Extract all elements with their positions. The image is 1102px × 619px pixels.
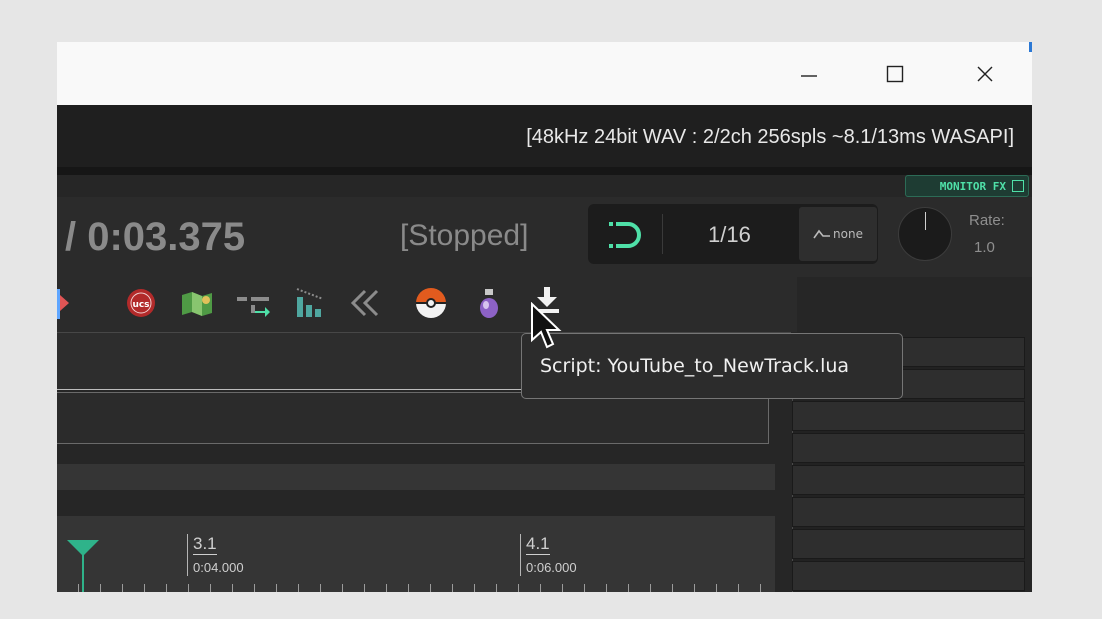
map-icon[interactable] [179,285,215,321]
toolbar: ucs [57,277,797,332]
bar-time: 0:06.000 [526,560,577,575]
divider [57,167,1032,175]
minimize-button[interactable] [779,42,839,105]
meter-row [792,465,1025,495]
meter-row [792,529,1025,559]
swing-button[interactable]: none [799,207,877,261]
ruler-bar-line [520,534,521,576]
power-icon [1012,180,1024,192]
ruler-ticks [57,584,775,592]
timeline-ruler[interactable]: 3.1 0:04.000 4.1 0:06.000 [57,516,775,592]
marker-icon[interactable] [57,289,69,319]
track-area-field [57,392,769,444]
grid-division[interactable]: 1/16 [708,222,751,248]
svg-text:ucs: ucs [132,300,149,310]
routing-icon[interactable] [235,285,271,321]
rate-value[interactable]: 1.0 [974,239,995,256]
title-bar [57,42,1032,105]
window-accent [1029,42,1032,52]
tooltip: Script: YouTube_to_NewTrack.lua [521,333,903,399]
monitor-fx-label: MONITOR FX [939,179,1006,193]
transport-bar: / 0:03.375 [Stopped] 1/16 none Rate: 1.0 [57,197,1032,277]
maximize-icon [886,65,904,82]
bar-time: 0:04.000 [193,560,244,575]
close-button[interactable] [955,42,1015,105]
knob-indicator [925,212,926,230]
rewind-icon[interactable] [347,285,383,321]
meter-row [792,401,1025,431]
swing-label: none [833,227,863,241]
meter-row [792,497,1025,527]
pokeball-icon[interactable] [413,285,449,321]
ruler-bar-line [187,534,188,576]
audio-device-info[interactable]: [48kHz 24bit WAV : 2/2ch 256spls ~8.1/13… [526,126,1014,149]
potion-icon[interactable] [471,285,507,321]
play-state: [Stopped] [400,219,529,252]
grid-settings: 1/16 none [588,204,878,264]
mouse-cursor-icon [531,302,562,349]
meter-row [792,433,1025,463]
meter-row [792,561,1025,591]
track-area-strip [57,464,775,490]
rate-label: Rate: [969,212,1005,229]
monitor-fx-button[interactable]: MONITOR FX [905,175,1029,197]
close-icon [977,66,993,81]
bar-number: 4.1 [526,534,550,555]
tooltip-text: Script: YouTube_to_NewTrack.lua [540,355,850,377]
bar-number: 3.1 [193,534,217,555]
bars-icon[interactable] [291,285,327,321]
ucs-icon[interactable]: ucs [123,285,159,321]
rate-knob[interactable] [898,207,952,261]
maximize-button[interactable] [865,42,925,105]
swing-icon [813,229,831,239]
time-display[interactable]: / 0:03.375 [65,215,245,260]
loop-icon[interactable] [608,219,644,251]
separator [662,214,663,254]
status-bar: [48kHz 24bit WAV : 2/2ch 256spls ~8.1/13… [57,105,1032,167]
minimize-icon [801,74,817,77]
